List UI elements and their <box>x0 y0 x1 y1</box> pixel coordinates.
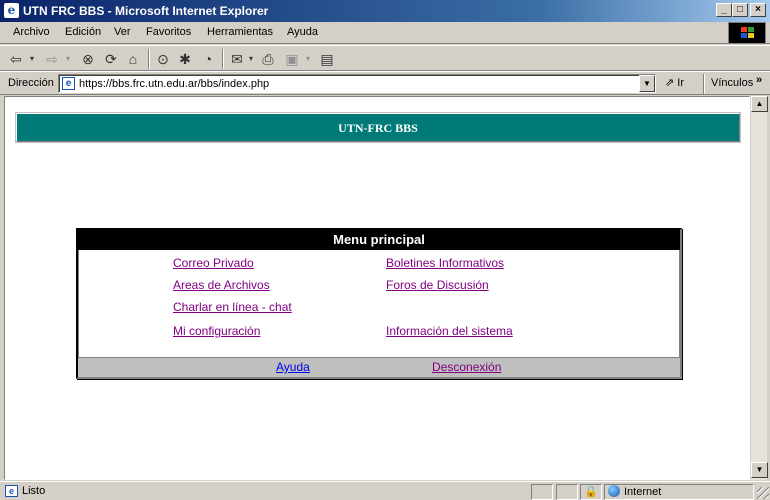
main-menu: Menu principal Correo Privado Boletines … <box>76 228 682 379</box>
links-toolbar[interactable]: Vínculos <box>711 77 753 89</box>
zone-text: Internet <box>624 486 662 498</box>
scroll-down-button[interactable]: ▼ <box>751 462 768 478</box>
status-pane-1 <box>531 484 553 500</box>
print-icon[interactable]: ⎙ <box>259 49 277 69</box>
link-foros-de-discusion[interactable]: Foros de Discusión <box>386 278 489 292</box>
favorites-icon[interactable]: ✱ <box>176 49 194 69</box>
link-ayuda[interactable]: Ayuda <box>276 360 310 374</box>
search-icon[interactable]: ⊙ <box>154 49 172 69</box>
edit-icon[interactable]: ▣ <box>283 49 301 69</box>
globe-icon <box>608 485 620 497</box>
vertical-scrollbar[interactable]: ▲ ▼ <box>750 96 768 480</box>
windows-logo <box>728 22 766 44</box>
windows-flag-icon <box>741 27 755 39</box>
edit-dropdown-icon[interactable]: ▾ <box>303 49 313 69</box>
menu-bar: Archivo Edición Ver Favoritos Herramient… <box>0 22 770 44</box>
link-correo-privado[interactable]: Correo Privado <box>173 256 254 270</box>
refresh-icon[interactable]: ⟳ <box>102 49 120 69</box>
menu-ver[interactable]: Ver <box>114 26 131 38</box>
discuss-icon[interactable]: ▤ <box>318 49 336 69</box>
link-desconexion[interactable]: Desconexión <box>432 360 501 374</box>
ie-logo-icon[interactable]: e <box>4 3 19 18</box>
page-status-icon: e <box>5 485 18 497</box>
back-dropdown-icon[interactable]: ▾ <box>27 49 37 69</box>
resize-grip[interactable] <box>757 487 769 499</box>
menu-ayuda[interactable]: Ayuda <box>287 26 318 38</box>
window-title: UTN FRC BBS - Microsoft Internet Explore… <box>23 4 269 18</box>
menu-title: Menu principal <box>78 230 680 250</box>
maximize-button[interactable]: □ <box>732 3 748 17</box>
toolbar: ⇦ ▾ ⇨ ▾ ⊗ ⟳ ⌂ ⊙ ✱ ◔ ✉ ▾ ⎙ ▣ ▾ ▤ <box>0 45 770 71</box>
scroll-up-button[interactable]: ▲ <box>751 96 768 112</box>
site-banner: UTN-FRC BBS <box>15 112 741 143</box>
home-icon[interactable]: ⌂ <box>124 49 142 69</box>
address-label: Dirección <box>8 77 54 89</box>
status-text: Listo <box>22 485 46 497</box>
page-icon: e <box>62 77 75 90</box>
minimize-button[interactable]: _ <box>716 3 732 17</box>
close-button[interactable]: × <box>750 3 766 17</box>
status-main: e Listo <box>2 484 528 500</box>
link-informacion-del-sistema[interactable]: Información del sistema <box>386 324 513 338</box>
address-field[interactable]: e ▼ <box>58 74 656 93</box>
banner-title: UTN-FRC BBS <box>338 121 418 135</box>
mail-dropdown-icon[interactable]: ▾ <box>246 49 256 69</box>
history-icon[interactable]: ◔ <box>199 49 217 69</box>
lock-icon: 🔒 <box>580 484 602 500</box>
link-chat[interactable]: Charlar en línea - chat <box>173 300 292 314</box>
link-areas-de-archivos[interactable]: Areas de Archivos <box>173 278 270 292</box>
forward-dropdown-icon[interactable]: ▾ <box>63 49 73 69</box>
menu-herramientas[interactable]: Herramientas <box>207 26 273 38</box>
browser-window: e UTN FRC BBS - Microsoft Internet Explo… <box>0 0 770 500</box>
menu-edicion[interactable]: Edición <box>65 26 101 38</box>
back-arrow-icon[interactable]: ⇦ <box>7 49 25 69</box>
stop-icon[interactable]: ⊗ <box>79 49 97 69</box>
menu-favoritos[interactable]: Favoritos <box>146 26 191 38</box>
mail-icon[interactable]: ✉ <box>228 49 246 69</box>
address-input[interactable] <box>79 76 634 91</box>
title-bar: e UTN FRC BBS - Microsoft Internet Explo… <box>0 0 770 22</box>
page-content: UTN-FRC BBS Menu principal Correo Privad… <box>4 96 750 480</box>
address-dropdown-button[interactable]: ▼ <box>639 75 655 92</box>
forward-arrow-icon[interactable]: ⇨ <box>43 49 61 69</box>
status-zone: Internet <box>604 484 754 500</box>
link-boletines-informativos[interactable]: Boletines Informativos <box>386 256 504 270</box>
go-label: Ir <box>677 77 685 89</box>
status-bar: e Listo 🔒 Internet <box>0 481 770 500</box>
status-pane-2 <box>556 484 578 500</box>
menu-footer: Ayuda Desconexión <box>78 357 680 377</box>
address-bar: Dirección e ▼ ⇗ Ir Vínculos » <box>0 71 770 95</box>
link-mi-configuracion[interactable]: Mi configuración <box>173 324 260 338</box>
go-button[interactable]: ⇗ Ir <box>665 76 684 89</box>
links-chevron[interactable]: » <box>756 74 762 86</box>
go-arrow-icon: ⇗ <box>665 77 675 89</box>
menu-archivo[interactable]: Archivo <box>13 26 50 38</box>
